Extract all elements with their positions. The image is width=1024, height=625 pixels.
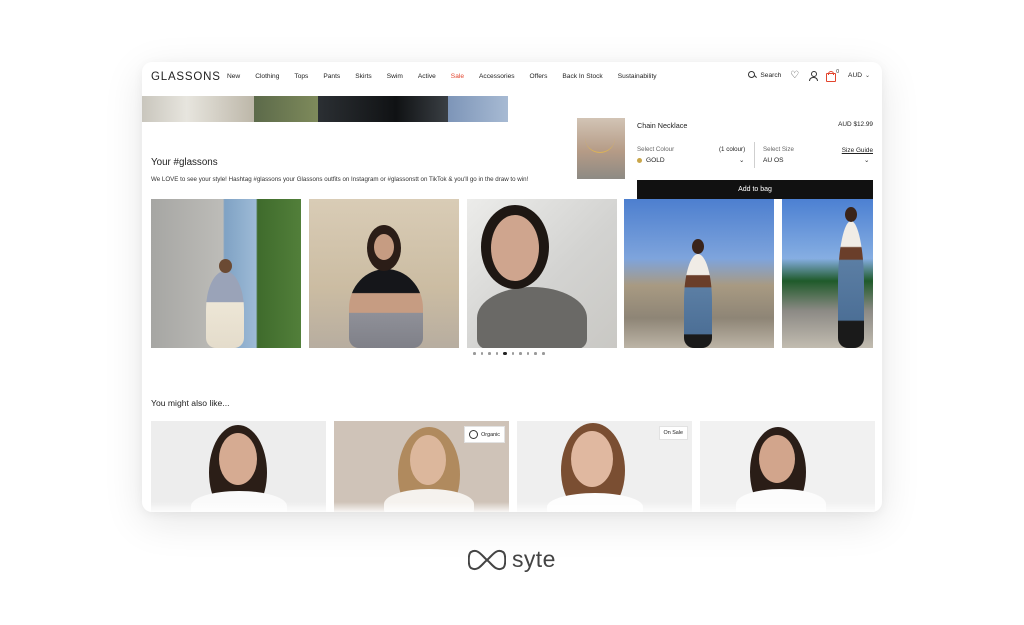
person-figure bbox=[838, 221, 864, 348]
person-figure bbox=[477, 287, 587, 348]
ugc-photo[interactable] bbox=[467, 199, 617, 348]
gallery-image bbox=[254, 96, 318, 122]
carousel-pagination bbox=[473, 352, 545, 356]
ugc-photo[interactable] bbox=[151, 199, 301, 348]
gallery-strip bbox=[142, 96, 508, 122]
nav-item-back-in-stock[interactable]: Back In Stock bbox=[562, 73, 602, 80]
carousel-dot[interactable] bbox=[541, 352, 545, 355]
colour-count: (1 colour) bbox=[719, 146, 746, 153]
recommendations-title: You might also like... bbox=[151, 398, 230, 408]
cart-button[interactable]: 0 bbox=[826, 68, 840, 82]
header-tools: Search ♡ 0 AUD ⌄ bbox=[748, 68, 870, 82]
carousel-dot[interactable] bbox=[488, 352, 491, 355]
gallery-image bbox=[318, 96, 448, 122]
carousel-dot[interactable] bbox=[480, 352, 484, 355]
carousel-dot[interactable] bbox=[511, 352, 515, 355]
model-face bbox=[219, 433, 257, 485]
person-figure bbox=[684, 254, 712, 348]
product-card[interactable] bbox=[700, 421, 875, 512]
product-name: Chain Necklace bbox=[637, 121, 688, 130]
chevron-down-icon: ⌄ bbox=[739, 157, 745, 164]
nav-item-offers[interactable]: Offers bbox=[530, 73, 548, 80]
person-head bbox=[692, 239, 704, 254]
organic-icon bbox=[469, 430, 479, 439]
stage: GLASSONS New Clothing Tops Pants Skirts … bbox=[0, 0, 1024, 625]
currency-label: AUD bbox=[848, 72, 862, 79]
user-icon bbox=[808, 71, 819, 81]
section-title: Your #glassons bbox=[151, 157, 218, 168]
organic-badge: Organic bbox=[464, 426, 505, 443]
product-card[interactable]: On Sale bbox=[517, 421, 692, 512]
browser-window: GLASSONS New Clothing Tops Pants Skirts … bbox=[142, 62, 882, 512]
nav-item-active[interactable]: Active bbox=[418, 73, 436, 80]
bag-icon bbox=[826, 71, 837, 82]
product-thumbnail[interactable] bbox=[577, 118, 625, 179]
chevron-down-icon: ⌄ bbox=[864, 157, 870, 164]
person-figure bbox=[349, 269, 423, 348]
main-nav: New Clothing Tops Pants Skirts Swim Acti… bbox=[227, 73, 672, 80]
person-face bbox=[374, 234, 394, 260]
cart-count: 0 bbox=[836, 68, 840, 75]
site-header: GLASSONS New Clothing Tops Pants Skirts … bbox=[142, 62, 882, 94]
carousel-dot[interactable] bbox=[495, 352, 499, 355]
gold-swatch-icon bbox=[637, 157, 642, 163]
carousel-dot[interactable] bbox=[519, 352, 522, 355]
currency-selector[interactable]: AUD ⌄ bbox=[848, 72, 870, 79]
card-fade bbox=[334, 502, 509, 512]
nav-item-sustainability[interactable]: Sustainability bbox=[618, 73, 657, 80]
carousel-dot[interactable] bbox=[503, 352, 507, 356]
colour-value: GOLD bbox=[646, 157, 665, 164]
site-logo[interactable]: GLASSONS bbox=[151, 71, 221, 83]
account-button[interactable] bbox=[808, 71, 819, 81]
ugc-photo[interactable] bbox=[782, 199, 873, 348]
person-head bbox=[219, 259, 232, 273]
colour-label: Select Colour bbox=[637, 146, 675, 153]
on-sale-badge: On Sale bbox=[658, 426, 688, 440]
gallery-image bbox=[142, 96, 254, 122]
colour-select[interactable]: GOLD bbox=[637, 157, 665, 164]
size-label: Select Size bbox=[763, 146, 794, 153]
chevron-down-icon: ⌄ bbox=[864, 73, 870, 79]
divider bbox=[754, 142, 755, 168]
card-fade bbox=[151, 502, 326, 512]
brand-wordmark: syte bbox=[512, 546, 556, 572]
ugc-photo[interactable] bbox=[624, 199, 774, 348]
card-fade bbox=[700, 502, 875, 512]
nav-item-sale[interactable]: Sale bbox=[451, 73, 464, 80]
nav-item-accessories[interactable]: Accessories bbox=[479, 73, 515, 80]
card-fade bbox=[517, 502, 692, 512]
nav-item-swim[interactable]: Swim bbox=[387, 73, 403, 80]
carousel-dot[interactable] bbox=[526, 352, 530, 355]
section-description: We LOVE to see your style! Hashtag #glas… bbox=[151, 176, 529, 183]
organic-badge-label: Organic bbox=[481, 431, 500, 438]
add-to-bag-button[interactable]: Add to bag bbox=[637, 180, 873, 199]
syte-logo-icon bbox=[468, 549, 506, 570]
person-head bbox=[845, 207, 857, 222]
model-face bbox=[759, 435, 795, 483]
gallery-image bbox=[448, 96, 508, 122]
ugc-photo[interactable] bbox=[309, 199, 459, 348]
product-card[interactable]: Organic bbox=[334, 421, 509, 512]
product-card[interactable] bbox=[151, 421, 326, 512]
nav-item-new[interactable]: New bbox=[227, 73, 240, 80]
nav-item-skirts[interactable]: Skirts bbox=[355, 73, 371, 80]
person-figure bbox=[206, 271, 244, 348]
size-select[interactable]: AU OS bbox=[763, 157, 784, 164]
wishlist-button[interactable]: ♡ bbox=[790, 70, 800, 81]
search-button[interactable]: Search bbox=[748, 71, 781, 80]
size-guide-link[interactable]: Size Guide bbox=[842, 147, 873, 154]
nav-item-pants[interactable]: Pants bbox=[323, 73, 340, 80]
person-face bbox=[491, 215, 539, 281]
search-label: Search bbox=[760, 72, 782, 79]
brand-mark: syte bbox=[468, 546, 556, 573]
heart-icon: ♡ bbox=[790, 70, 800, 81]
nav-item-tops[interactable]: Tops bbox=[294, 73, 308, 80]
nav-item-clothing[interactable]: Clothing bbox=[255, 73, 279, 80]
search-icon bbox=[748, 71, 757, 80]
carousel-dot[interactable] bbox=[534, 352, 537, 355]
model-face bbox=[571, 431, 613, 487]
carousel-dot[interactable] bbox=[473, 352, 476, 355]
model-face bbox=[410, 435, 446, 485]
product-price: AUD $12.99 bbox=[838, 121, 873, 128]
